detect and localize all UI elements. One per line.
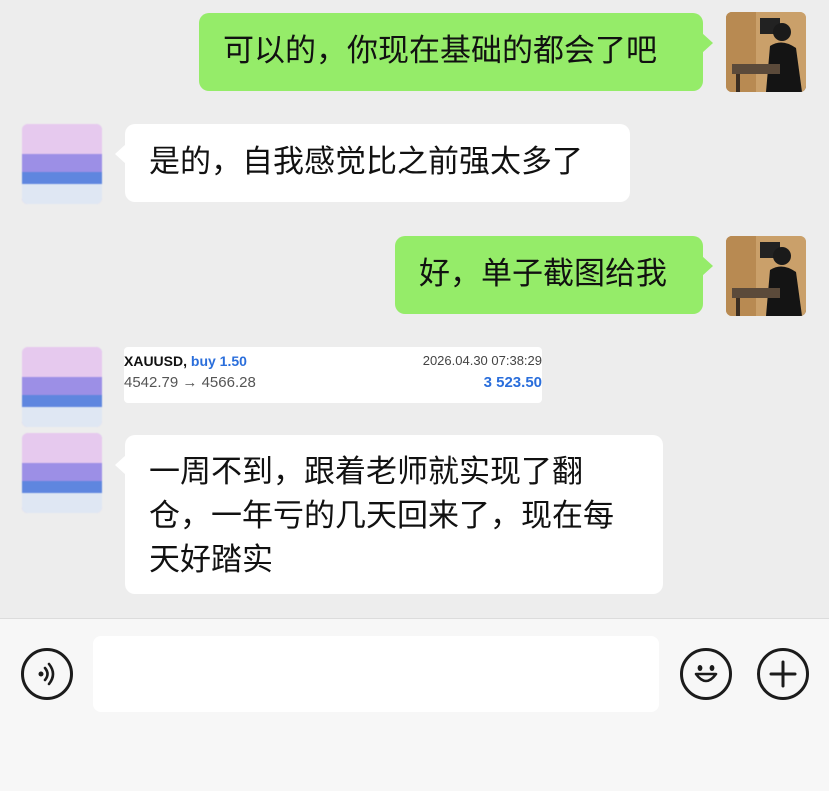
- message-text: 可以的，你现在基础的都会了吧: [223, 33, 657, 69]
- self-avatar[interactable]: [726, 12, 806, 92]
- trade-close-price: 4566.28: [201, 374, 256, 391]
- message-bubble-self[interactable]: 好，单子截图给我: [395, 236, 713, 314]
- message-bubble-other[interactable]: 一周不到，跟着老师就实现了翻 仓，一年亏的几天回来了，现在每 天好踏实: [115, 435, 663, 594]
- message-bubble-self[interactable]: 可以的，你现在基础的都会了吧: [199, 13, 713, 91]
- trade-header-row: XAUUSD, buy 1.50 2026.04.30 07:38:29: [124, 353, 542, 374]
- contact-avatar[interactable]: [22, 347, 102, 427]
- plus-icon[interactable]: [757, 648, 809, 700]
- message-text-line: 仓，一年亏的几天回来了，现在每: [149, 498, 614, 534]
- trade-symbol: XAUUSD, buy 1.50: [124, 353, 247, 369]
- message-text: 好，单子截图给我: [419, 256, 667, 292]
- message-input[interactable]: [93, 636, 659, 712]
- chat-area: 可以的，你现在基础的都会了吧 是的，自我感觉比之前强太多了 好，单子截图给我 X…: [0, 0, 829, 618]
- trade-time: 2026.04.30 07:38:29: [422, 353, 542, 368]
- contact-avatar[interactable]: [22, 124, 102, 204]
- trade-open-price: 4542.79: [124, 374, 179, 391]
- trade-side: buy 1.50: [190, 353, 247, 369]
- arrow-icon: →: [182, 374, 198, 391]
- trade-price-row: 4542.79 → 4566.28 3 523.50: [124, 374, 542, 395]
- trade-screenshot-image[interactable]: XAUUSD, buy 1.50 2026.04.30 07:38:29 454…: [124, 347, 542, 403]
- message-text-line: 天好踏实: [149, 542, 273, 578]
- voice-icon[interactable]: [21, 648, 73, 700]
- chat-input-bar: [0, 618, 829, 791]
- contact-avatar[interactable]: [22, 433, 102, 513]
- message-text: 是的，自我感觉比之前强太多了: [149, 144, 583, 180]
- message-text-line: 一周不到，跟着老师就实现了翻: [149, 454, 583, 490]
- emoji-icon[interactable]: [680, 648, 732, 700]
- trade-profit: 3 523.50: [483, 374, 542, 391]
- self-avatar[interactable]: [726, 236, 806, 316]
- trade-prices: 4542.79 → 4566.28: [124, 374, 256, 391]
- message-bubble-other[interactable]: 是的，自我感觉比之前强太多了: [115, 124, 630, 202]
